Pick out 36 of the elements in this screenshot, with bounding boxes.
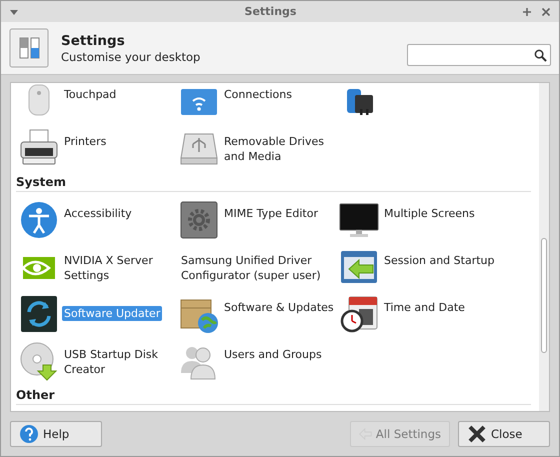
settings-item[interactable]: Touchpad	[62, 87, 118, 102]
settings-item[interactable]: Software & Updates	[222, 300, 336, 315]
settings-item[interactable]: Printers	[62, 134, 108, 149]
header-subtitle: Customise your desktop	[61, 50, 202, 64]
settings-item[interactable]: Users and Groups	[222, 347, 324, 362]
settings-item[interactable]: Removable Drives and Media	[222, 134, 336, 164]
scrollbar[interactable]	[539, 83, 549, 411]
settings-item[interactable]: NVIDIA X Server Settings	[62, 253, 176, 283]
accessibility-icon[interactable]	[19, 200, 59, 240]
help-button[interactable]: Help	[10, 421, 102, 447]
disc-download-icon[interactable]	[19, 340, 59, 380]
close-icon[interactable]	[541, 6, 551, 16]
section-heading: Other	[16, 384, 531, 405]
gear-icon[interactable]	[179, 200, 219, 240]
scrollbar-thumb[interactable]	[541, 238, 547, 353]
settings-item[interactable]: Time and Date	[382, 300, 467, 315]
settings-item[interactable]: USB Startup Disk Creator	[62, 347, 176, 377]
settings-item[interactable]: Samsung Unified Driver Configurator (super user)	[179, 253, 333, 283]
refresh-icon[interactable]	[19, 294, 59, 334]
settings-item[interactable]: Session and Startup	[382, 253, 496, 268]
help-icon	[19, 424, 39, 444]
settings-item[interactable]: MIME Type Editor	[222, 206, 320, 221]
printer-icon[interactable]	[19, 128, 59, 168]
settings-item[interactable]: Multiple Screens	[382, 206, 477, 221]
close-button[interactable]: Close	[458, 421, 550, 447]
search-icon	[534, 48, 547, 62]
settings-item[interactable]: Accessibility	[62, 206, 134, 221]
close-x-icon	[467, 424, 487, 444]
section-heading: System	[16, 171, 531, 192]
search-field[interactable]	[407, 44, 551, 66]
header-title: Settings	[61, 32, 126, 48]
settings-item[interactable]: Connections	[222, 87, 294, 102]
maximize-icon[interactable]	[522, 6, 532, 16]
calendar-clock-icon[interactable]	[339, 294, 379, 334]
window-title: Settings	[244, 5, 298, 18]
toggle-switches-icon	[9, 28, 49, 68]
